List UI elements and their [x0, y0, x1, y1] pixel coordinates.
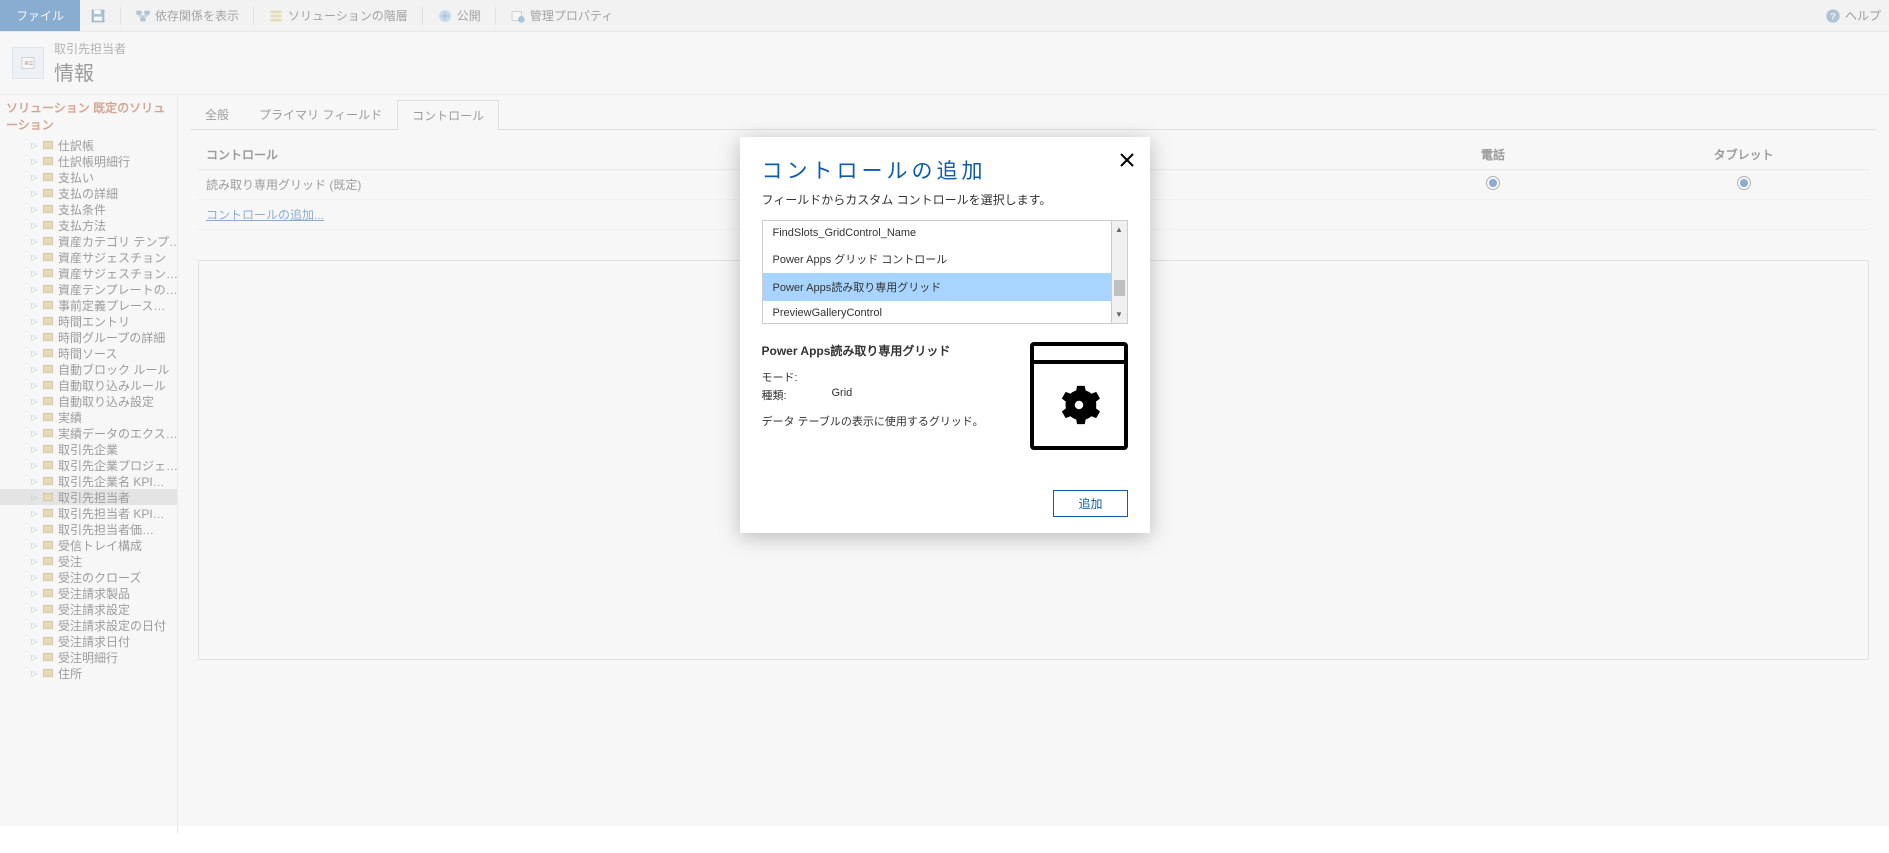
modal-overlay: コントロールの追加 フィールドからカスタム コントロールを選択します。 Find… [0, 0, 1889, 826]
control-description: データ テーブルの表示に使用するグリッド。 [762, 413, 1010, 429]
control-preview [1030, 342, 1128, 450]
scroll-up-icon[interactable]: ▲ [1112, 221, 1127, 238]
type-key: 種類: [762, 387, 832, 403]
add-control-dialog: コントロールの追加 フィールドからカスタム コントロールを選択します。 Find… [740, 137, 1150, 533]
control-list-scrollbar[interactable]: ▲ ▼ [1111, 220, 1128, 324]
control-list-item[interactable]: FindSlots_GridControl_Name [763, 221, 1128, 245]
type-value: Grid [832, 387, 853, 403]
scroll-down-icon[interactable]: ▼ [1112, 306, 1127, 323]
scroll-thumb[interactable] [1114, 280, 1125, 296]
dialog-title: コントロールの追加 [762, 155, 1128, 185]
control-detail-title: Power Apps読み取り専用グリッド [762, 342, 1010, 359]
dialog-add-button[interactable]: 追加 [1053, 490, 1127, 517]
control-list-item[interactable]: Power Apps読み取り専用グリッド [763, 273, 1128, 301]
mode-key: モード: [762, 369, 832, 385]
close-icon [1120, 153, 1134, 167]
control-list-item[interactable]: Power Apps グリッド コントロール [763, 245, 1128, 273]
dialog-subtitle: フィールドからカスタム コントロールを選択します。 [762, 191, 1128, 208]
control-list[interactable]: FindSlots_GridControl_NamePower Apps グリッ… [762, 220, 1128, 324]
gear-icon [1056, 382, 1102, 428]
dialog-close-button[interactable] [1120, 151, 1134, 172]
control-list-item[interactable]: PreviewGalleryControl [763, 301, 1128, 324]
